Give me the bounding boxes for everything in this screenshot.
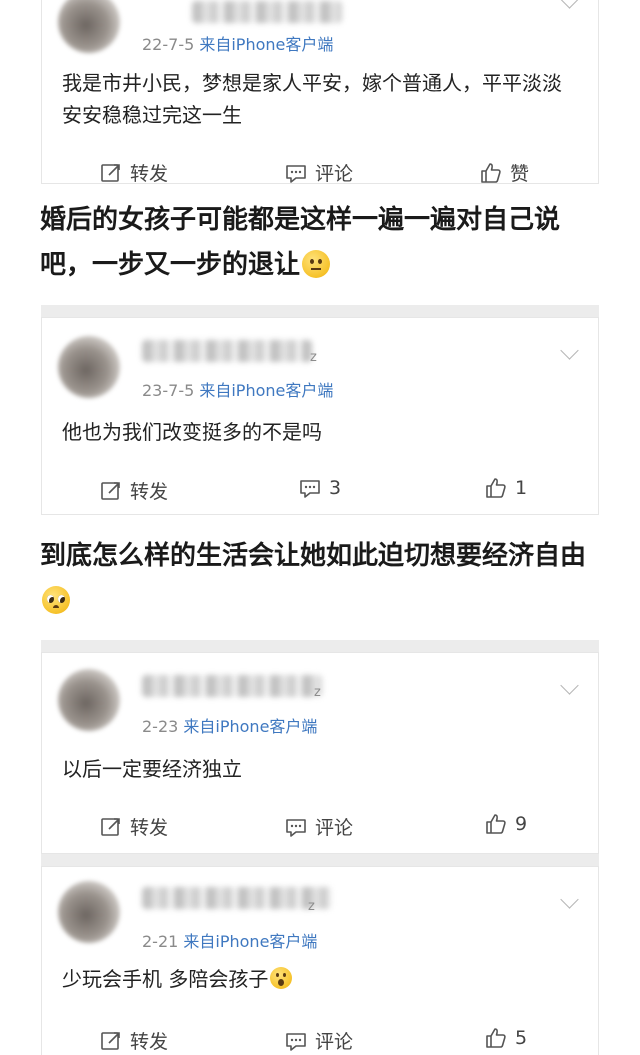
comment-button[interactable]: 3: [299, 477, 341, 499]
post-meta: 2-23 来自iPhone客户端: [142, 713, 317, 737]
thumbs-up-icon: [486, 814, 506, 834]
comment-label: 评论: [315, 817, 354, 839]
comment-card-1: 22-7-5 来自iPhone客户端 我是市井小民，梦想是家人平安，嫁个普通人，…: [41, 0, 599, 186]
comment-button[interactable]: 评论: [285, 1027, 353, 1054]
thumbs-up-icon: [486, 1028, 506, 1048]
like-label: 赞: [510, 163, 530, 185]
like-count: 1: [515, 477, 528, 499]
pleading-face-emoji: [42, 586, 70, 614]
card-divider: [41, 640, 599, 652]
comment-card-4: z 2-21 来自iPhone客户端 少玩会手机 多陪会孩子 转发 评论 5: [41, 866, 599, 1055]
post-source[interactable]: 来自iPhone客户端: [183, 717, 317, 736]
repost-icon: [101, 817, 120, 836]
comment-icon: [286, 818, 306, 837]
repost-label: 转发: [130, 1031, 169, 1053]
thumbs-up-icon: [486, 478, 506, 498]
comment-icon: [286, 164, 306, 183]
post-meta: 23-7-5 来自iPhone客户端: [142, 377, 333, 401]
repost-button[interactable]: 转发: [100, 159, 168, 186]
comment-text: 我是市井小民，梦想是家人平安，嫁个普通人，平平淡淡安安稳稳过完这一生: [62, 71, 562, 127]
comment-label: 评论: [315, 1031, 354, 1053]
chevron-down-icon[interactable]: [560, 676, 579, 695]
repost-button[interactable]: 转发: [100, 477, 168, 504]
repost-label: 转发: [130, 163, 169, 185]
comment-text: 以后一定要经济独立: [62, 757, 242, 781]
chevron-down-icon[interactable]: [560, 0, 579, 9]
post-date: 23-7-5: [142, 381, 195, 400]
like-button[interactable]: 5: [485, 1027, 527, 1049]
chevron-down-icon[interactable]: [560, 890, 579, 909]
like-count: 5: [515, 1027, 528, 1049]
like-button[interactable]: 赞: [480, 159, 529, 186]
chevron-down-icon[interactable]: [560, 341, 579, 360]
comment-count: 3: [329, 477, 342, 499]
avatar[interactable]: [58, 669, 120, 731]
caption-text: 婚后的女孩子可能都是这样一遍一遍对自己说吧，一步又一步的退让: [40, 205, 561, 280]
card-divider: [41, 305, 599, 317]
username-blurred[interactable]: [142, 887, 332, 909]
caption-text: 到底怎么样的生活会让她如此迫切想要经济自由: [40, 541, 587, 571]
comment-text: 他也为我们改变挺多的不是吗: [62, 420, 322, 444]
repost-button[interactable]: 转发: [100, 813, 168, 840]
repost-icon: [101, 163, 120, 182]
repost-button[interactable]: 转发: [100, 1027, 168, 1054]
comment-icon: [286, 1032, 306, 1051]
username-suffix: z: [308, 899, 315, 914]
username-suffix: z: [310, 350, 317, 365]
neutral-face-emoji: [302, 250, 331, 278]
post-date: 22-7-5: [142, 35, 195, 54]
username-suffix: z: [314, 685, 321, 700]
avatar[interactable]: [58, 336, 120, 398]
post-date: 2-23: [142, 717, 179, 736]
comment-button[interactable]: 评论: [285, 813, 353, 840]
post-source[interactable]: 来自iPhone客户端: [199, 381, 333, 400]
repost-label: 转发: [130, 481, 169, 503]
like-button[interactable]: 9: [485, 813, 527, 835]
comment-button[interactable]: 评论: [285, 159, 353, 186]
post-source[interactable]: 来自iPhone客户端: [183, 932, 317, 951]
comment-label: 评论: [315, 163, 354, 185]
post-source[interactable]: 来自iPhone客户端: [199, 35, 333, 54]
repost-label: 转发: [130, 817, 169, 839]
comment-card-2: z 23-7-5 来自iPhone客户端 他也为我们改变挺多的不是吗 转发 3 …: [41, 317, 599, 515]
avatar[interactable]: [58, 881, 120, 943]
caption-2: 到底怎么样的生活会让她如此迫切想要经济自由: [40, 534, 610, 624]
post-meta: 22-7-5 来自iPhone客户端: [142, 31, 333, 55]
comment-text-content: 少玩会手机 多陪会孩子: [62, 967, 269, 991]
post-meta: 2-21 来自iPhone客户端: [142, 928, 317, 952]
repost-icon: [101, 481, 120, 500]
username-blurred[interactable]: [142, 340, 312, 362]
repost-icon: [101, 1031, 120, 1050]
like-button[interactable]: 1: [485, 477, 527, 499]
comment-icon: [300, 480, 320, 498]
screaming-face-emoji: [270, 967, 293, 989]
like-count: 9: [515, 813, 528, 835]
username-blurred[interactable]: [142, 675, 322, 697]
card-divider: [41, 854, 599, 866]
avatar[interactable]: [58, 0, 120, 53]
caption-1: 婚后的女孩子可能都是这样一遍一遍对自己说吧，一步又一步的退让: [40, 198, 610, 288]
comment-card-3: z 2-23 来自iPhone客户端 以后一定要经济独立 转发 评论 9: [41, 652, 599, 854]
comment-text: 少玩会手机 多陪会孩子: [62, 963, 577, 995]
post-date: 2-21: [142, 932, 179, 951]
username-blurred[interactable]: [192, 1, 342, 23]
thumbs-up-icon: [481, 162, 501, 183]
